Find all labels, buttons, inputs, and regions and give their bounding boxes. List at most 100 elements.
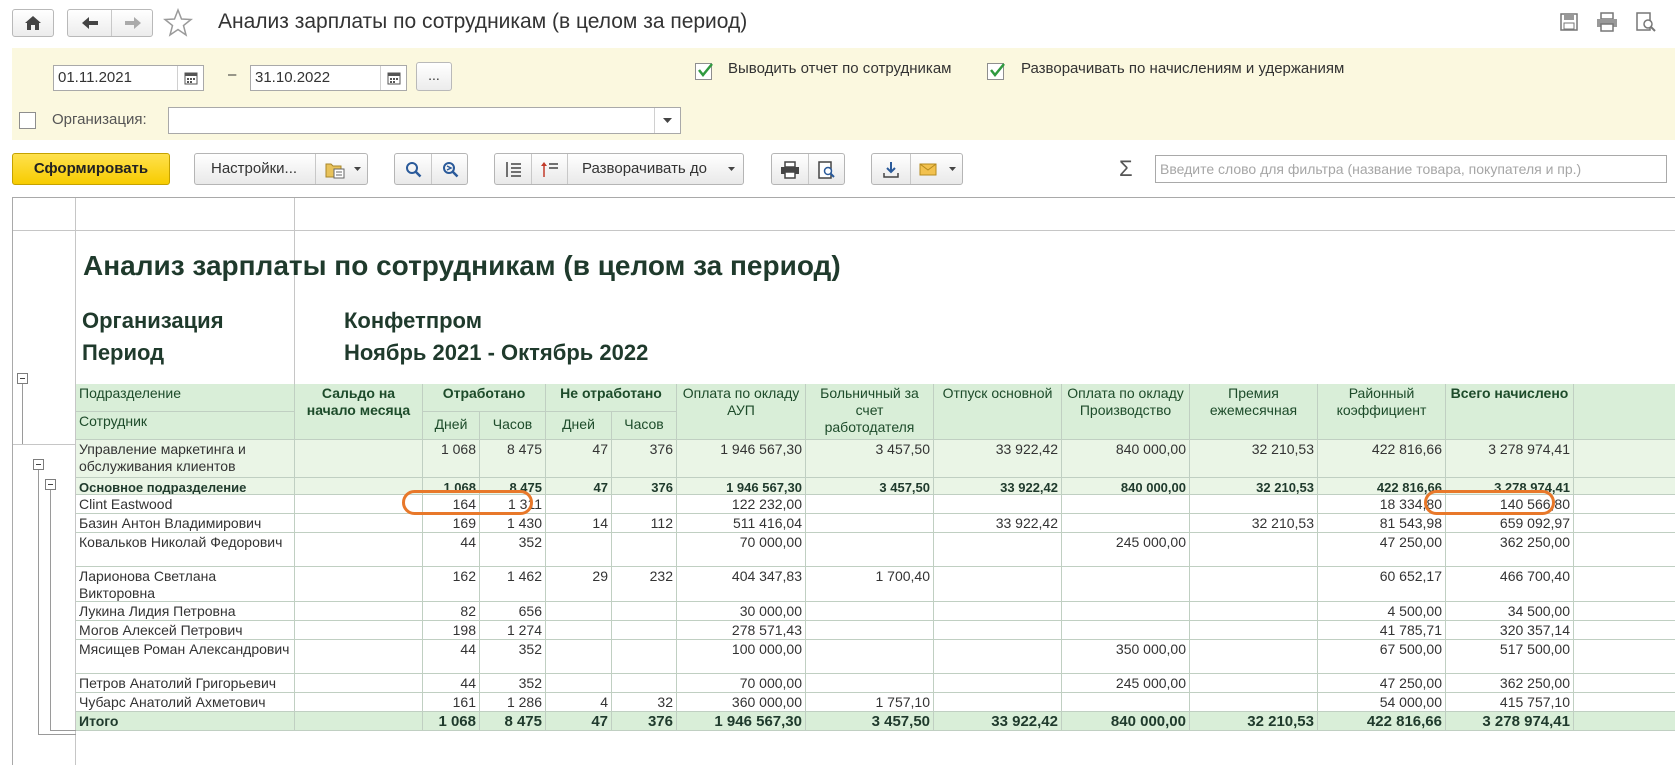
table-cell-name[interactable]: Могов Алексей Петрович — [76, 621, 295, 640]
table-cell-nd — [546, 621, 612, 640]
print-button[interactable] — [1596, 12, 1620, 34]
send-email-button[interactable] — [910, 154, 963, 184]
cancel-find-button[interactable] — [431, 154, 468, 184]
table-cell-wh: 352 — [480, 533, 546, 567]
find-button[interactable] — [395, 154, 431, 184]
table-cell-name[interactable]: Основное подразделение — [76, 478, 295, 495]
settings-button[interactable]: Настройки... — [211, 154, 297, 184]
preview-button[interactable] — [1635, 12, 1659, 34]
col-header-regional: Районный коэффициент — [1318, 384, 1446, 440]
table-cell-extra — [1574, 514, 1675, 533]
col-header-extra — [1574, 384, 1675, 440]
table-cell-bonus — [1190, 693, 1318, 712]
export-button-group — [871, 153, 963, 185]
print-preview-button[interactable] — [808, 154, 845, 184]
star-icon[interactable] — [163, 8, 193, 38]
table-cell-reg: 4 500,00 — [1318, 602, 1446, 621]
table-cell-aup: 360 000,00 — [677, 693, 806, 712]
table-cell-vac — [934, 693, 1062, 712]
table-cell-name[interactable]: Лукина Лидия Петровна — [76, 602, 295, 621]
date-from-input[interactable]: 01.11.2021 — [53, 65, 204, 91]
chevron-down-icon — [663, 118, 672, 123]
table-cell-sick — [806, 514, 934, 533]
table-cell-prod: 840 000,00 — [1062, 440, 1190, 478]
forward-button[interactable] — [111, 10, 154, 36]
table-cell-wd: 169 — [423, 514, 480, 533]
table-cell-name[interactable]: Петров Анатолий Григорьевич — [76, 674, 295, 693]
expand-all-button[interactable] — [531, 154, 568, 184]
table-cell-total: 466 700,40 — [1446, 567, 1574, 602]
organization-checkbox[interactable] — [19, 112, 36, 129]
collapse-all-tree-toggle[interactable] — [17, 373, 28, 384]
organization-label: Организация: — [52, 111, 147, 128]
filter-input[interactable] — [1155, 155, 1667, 183]
table-cell-nh — [612, 602, 677, 621]
table-cell-sick: 3 457,50 — [806, 440, 934, 478]
table-cell-name[interactable]: Clint Eastwood — [76, 495, 295, 514]
table-cell-aup: 1 946 567,30 — [677, 478, 806, 495]
table-cell-reg: 47 250,00 — [1318, 533, 1446, 567]
sum-sigma-icon[interactable]: Σ — [1119, 156, 1133, 182]
col-header-not-worked-days: Дней — [546, 412, 612, 440]
table-cell-name[interactable]: Управление маркетинга и обслуживания кли… — [76, 440, 295, 478]
table-cell-name[interactable]: Ларионова Светлана Викторовна — [76, 567, 295, 602]
collapse-subdept-toggle[interactable] — [45, 479, 56, 490]
table-cell-wh: 352 — [480, 640, 546, 674]
expand-by-accruals-checkbox[interactable] — [987, 63, 1005, 80]
highlight-ring-total — [1424, 490, 1555, 515]
back-button[interactable] — [68, 10, 111, 36]
table-cell-nd — [546, 533, 612, 567]
table-cell-reg: 422 816,66 — [1318, 712, 1446, 731]
expand-to-label: Разворачивать до — [582, 160, 708, 177]
table-cell-name[interactable]: Мясищев Роман Александрович — [76, 640, 295, 674]
nav-buttons — [67, 9, 153, 37]
table-cell-extra — [1574, 674, 1675, 693]
table-cell-vac: 33 922,42 — [934, 514, 1062, 533]
table-cell-reg: 422 816,66 — [1318, 478, 1446, 495]
table-cell-name[interactable]: Чубарс Анатолий Ахметович — [76, 693, 295, 712]
date-to-calendar-button[interactable] — [380, 66, 406, 90]
table-cell-extra — [1574, 533, 1675, 567]
organization-dropdown-button[interactable] — [654, 108, 680, 133]
period-choose-button[interactable]: ... — [416, 62, 452, 91]
col-header-dept: Подразделение — [76, 384, 295, 412]
col-header-vacation: Отпуск основной — [934, 384, 1062, 440]
table-cell-sick: 3 457,50 — [806, 712, 934, 731]
table-cell-nh — [612, 640, 677, 674]
save-button[interactable] — [1559, 12, 1583, 34]
date-from-calendar-button[interactable] — [177, 66, 203, 90]
date-to-input[interactable]: 31.10.2022 — [250, 65, 407, 91]
table-cell-vac — [934, 602, 1062, 621]
expand-to-button[interactable]: Разворачивать до — [567, 154, 744, 184]
table-cell-nd: 47 — [546, 440, 612, 478]
tree-separator — [13, 444, 75, 445]
table-cell-saldo — [295, 602, 423, 621]
home-button[interactable] — [12, 9, 54, 37]
table-cell-bonus — [1190, 567, 1318, 602]
table-cell-vac — [934, 674, 1062, 693]
table-cell-nh — [612, 674, 677, 693]
table-cell-wd: 82 — [423, 602, 480, 621]
print-report-button[interactable] — [772, 154, 808, 184]
table-cell-name[interactable]: Базин Антон Владимирович — [76, 514, 295, 533]
tree-line — [38, 470, 39, 734]
table-cell-name[interactable]: Итого — [76, 712, 295, 731]
table-cell-wd: 1 068 — [423, 440, 480, 478]
table-cell-nh: 232 — [612, 567, 677, 602]
report-area[interactable]: Анализ зарплаты по сотрудникам (в целом … — [12, 197, 1675, 765]
table-cell-extra — [1574, 495, 1675, 514]
table-cell-sick — [806, 533, 934, 567]
show-by-employees-checkbox[interactable] — [695, 63, 713, 80]
generate-button[interactable]: Сформировать — [12, 153, 170, 185]
collapse-all-button[interactable] — [495, 154, 531, 184]
org-value: Конфетпром — [344, 308, 482, 333]
table-cell-nh: 376 — [612, 712, 677, 731]
save-to-file-button[interactable] — [872, 154, 910, 184]
collapse-dept-toggle[interactable] — [33, 459, 44, 470]
table-cell-prod: 350 000,00 — [1062, 640, 1190, 674]
table-cell-name[interactable]: Ковальков Николай Федорович — [76, 533, 295, 567]
variants-button[interactable] — [315, 154, 368, 184]
checkmark-icon — [698, 63, 713, 77]
table-cell-reg: 41 785,71 — [1318, 621, 1446, 640]
organization-select[interactable] — [168, 107, 681, 134]
